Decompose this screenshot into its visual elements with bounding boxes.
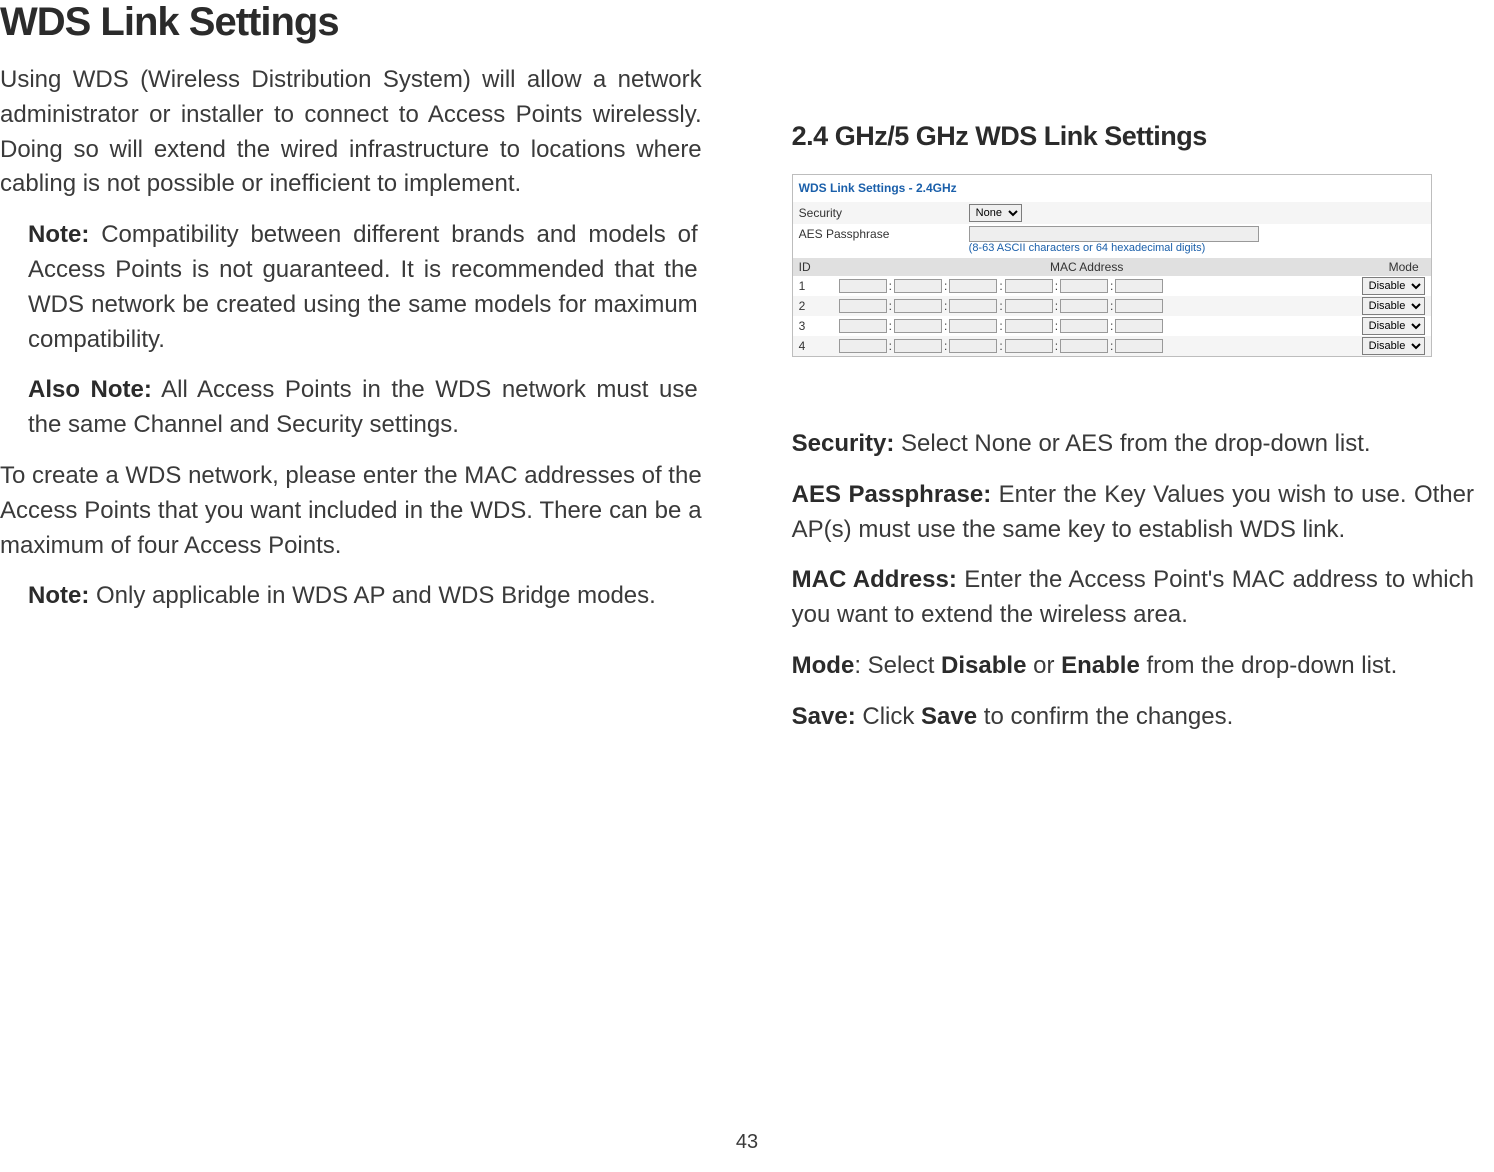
def-mac-label: MAC Address: <box>792 566 957 593</box>
def-save-label: Save: <box>792 703 856 730</box>
mac-octet-input[interactable] <box>839 299 887 313</box>
table-row: 4 ::::: Disable <box>793 336 1431 356</box>
mac-octet-input[interactable] <box>894 279 942 293</box>
section-heading: 2.4 GHz/5 GHz WDS Link Settings <box>792 121 1474 152</box>
aes-row: AES Passphrase <box>793 224 1431 244</box>
def-aes-label: AES Passphrase: <box>792 481 992 508</box>
def-mode-enable: Enable <box>1061 652 1140 679</box>
row-id: 1 <box>799 279 839 293</box>
note-3-text: Only applicable in WDS AP and WDS Bridge… <box>89 582 655 609</box>
create-wds-paragraph: To create a WDS network, please enter th… <box>0 459 702 563</box>
right-column: 2.4 GHz/5 GHz WDS Link Settings WDS Link… <box>772 63 1494 751</box>
header-id: ID <box>799 260 839 274</box>
mac-octet-input[interactable] <box>839 279 887 293</box>
mac-octet-input[interactable] <box>1115 319 1163 333</box>
def-save: Save: Click Save to confirm the changes. <box>792 700 1474 735</box>
mode-select[interactable]: Disable <box>1362 317 1425 335</box>
mac-octet-input[interactable] <box>839 319 887 333</box>
aes-passphrase-input[interactable] <box>969 226 1259 242</box>
mac-octet-input[interactable] <box>1115 299 1163 313</box>
intro-paragraph: Using WDS (Wireless Distribution System)… <box>0 63 702 202</box>
mac-octet-input[interactable] <box>894 299 942 313</box>
security-row: Security None <box>793 202 1431 224</box>
mac-octet-input[interactable] <box>839 339 887 353</box>
header-mode: Mode <box>1335 260 1425 274</box>
mac-address-group: ::::: <box>839 279 1335 293</box>
mac-octet-input[interactable] <box>949 299 997 313</box>
page-number: 43 <box>736 1131 758 1154</box>
def-mode-or: or <box>1026 652 1061 679</box>
def-mode-disable: Disable <box>941 652 1026 679</box>
note-2-label: Also Note: <box>28 376 152 403</box>
note-3-label: Note: <box>28 582 89 609</box>
note-3: Note: Only applicable in WDS AP and WDS … <box>0 579 702 614</box>
def-mode-mid: : Select <box>854 652 941 679</box>
header-mac: MAC Address <box>839 260 1335 274</box>
mac-octet-input[interactable] <box>1060 319 1108 333</box>
table-row: 1 ::::: Disable <box>793 276 1431 296</box>
mac-address-group: ::::: <box>839 319 1335 333</box>
def-mode: Mode: Select Disable or Enable from the … <box>792 649 1474 684</box>
table-row: 3 ::::: Disable <box>793 316 1431 336</box>
def-save-mid: Click <box>856 703 921 730</box>
row-id: 4 <box>799 339 839 353</box>
def-mac: MAC Address: Enter the Access Point's MA… <box>792 563 1474 633</box>
def-mode-label: Mode <box>792 652 855 679</box>
mode-select[interactable]: Disable <box>1362 277 1425 295</box>
def-mode-end: from the drop-down list. <box>1140 652 1397 679</box>
mode-select[interactable]: Disable <box>1362 337 1425 355</box>
mode-select[interactable]: Disable <box>1362 297 1425 315</box>
def-security-text: Select None or AES from the drop-down li… <box>894 430 1370 457</box>
security-label: Security <box>799 206 969 220</box>
mac-octet-input[interactable] <box>1060 299 1108 313</box>
row-id: 3 <box>799 319 839 333</box>
page-title: WDS Link Settings <box>0 0 1494 45</box>
mac-octet-input[interactable] <box>1005 319 1053 333</box>
note-2: Also Note: All Access Points in the WDS … <box>0 373 702 443</box>
mac-address-group: ::::: <box>839 339 1335 353</box>
mac-octet-input[interactable] <box>1115 339 1163 353</box>
note-1: Note: Compatibility between different br… <box>0 218 702 357</box>
panel-title: WDS Link Settings - 2.4GHz <box>793 175 1431 202</box>
mac-octet-input[interactable] <box>949 279 997 293</box>
mac-octet-input[interactable] <box>1005 339 1053 353</box>
def-save-btn: Save <box>921 703 977 730</box>
mac-octet-input[interactable] <box>894 319 942 333</box>
mac-octet-input[interactable] <box>949 319 997 333</box>
wds-settings-panel: WDS Link Settings - 2.4GHz Security None… <box>792 174 1432 357</box>
mac-octet-input[interactable] <box>1060 339 1108 353</box>
two-column-layout: Using WDS (Wireless Distribution System)… <box>0 63 1494 751</box>
security-select[interactable]: None <box>969 204 1022 222</box>
note-1-text: Compatibility between different brands a… <box>28 221 698 352</box>
mac-address-group: ::::: <box>839 299 1335 313</box>
aes-hint: (8-63 ASCII characters or 64 hexadecimal… <box>793 242 1431 254</box>
row-id: 2 <box>799 299 839 313</box>
note-1-label: Note: <box>28 221 89 248</box>
def-security: Security: Select None or AES from the dr… <box>792 427 1474 462</box>
def-aes: AES Passphrase: Enter the Key Values you… <box>792 478 1474 548</box>
mac-octet-input[interactable] <box>1005 279 1053 293</box>
mac-octet-input[interactable] <box>1060 279 1108 293</box>
def-save-end: to confirm the changes. <box>977 703 1233 730</box>
table-row: 2 ::::: Disable <box>793 296 1431 316</box>
mac-octet-input[interactable] <box>1115 279 1163 293</box>
mac-octet-input[interactable] <box>894 339 942 353</box>
mac-table-header: ID MAC Address Mode <box>793 258 1431 276</box>
mac-octet-input[interactable] <box>949 339 997 353</box>
left-column: Using WDS (Wireless Distribution System)… <box>0 63 722 751</box>
mac-octet-input[interactable] <box>1005 299 1053 313</box>
aes-label: AES Passphrase <box>799 227 969 241</box>
def-security-label: Security: <box>792 430 895 457</box>
